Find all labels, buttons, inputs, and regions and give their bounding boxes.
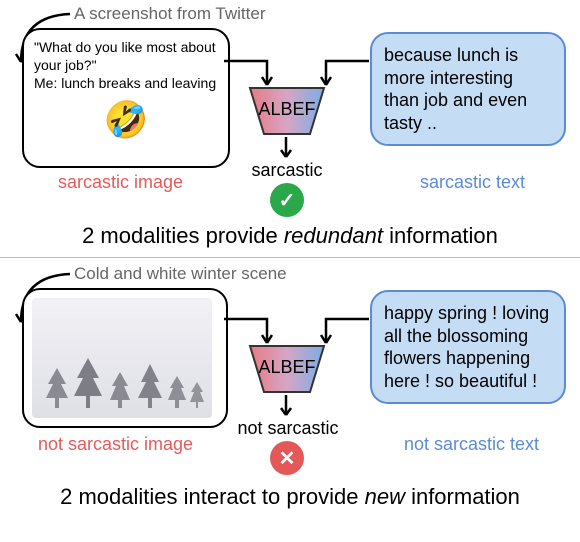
top-annotation: A screenshot from Twitter <box>74 4 265 24</box>
caption-post: information <box>383 223 498 248</box>
image-class-label: not sarcastic image <box>38 434 193 455</box>
model-box: ALBEF <box>248 86 326 136</box>
model-label: ALBEF <box>248 357 326 378</box>
output-label: not sarcastic <box>228 418 348 439</box>
tweet-text: "What do you like most about your job?" … <box>34 38 218 93</box>
down-arrow-icon <box>278 393 294 421</box>
winter-scene-image <box>32 298 212 418</box>
check-icon: ✓ <box>270 183 304 217</box>
cross-icon: ✕ <box>270 441 304 475</box>
caption-pre: 2 modalities provide <box>82 223 284 248</box>
laugh-emoji-icon: 🤣 <box>34 99 218 141</box>
model-box: ALBEF <box>248 344 326 394</box>
down-arrow-icon <box>278 135 294 163</box>
caption-pre: 2 modalities interact to provide <box>60 484 365 509</box>
top-image-box: "What do you like most about your job?" … <box>22 28 230 168</box>
top-caption: 2 modalities provide redundant informati… <box>0 223 580 249</box>
text-content: happy spring ! loving all the blossoming… <box>384 303 549 391</box>
caption-em: redundant <box>284 223 383 248</box>
text-content: because lunch is more interesting than j… <box>384 45 527 133</box>
caption-post: information <box>405 484 520 509</box>
text-class-label: sarcastic text <box>420 172 525 193</box>
bottom-text-box: happy spring ! loving all the blossoming… <box>370 290 566 404</box>
top-text-box: because lunch is more interesting than j… <box>370 32 566 146</box>
text-class-label: not sarcastic text <box>404 434 539 455</box>
caption-em: new <box>365 484 405 509</box>
model-label: ALBEF <box>248 99 326 120</box>
bottom-annotation: Cold and white winter scene <box>74 264 287 284</box>
bottom-image-box <box>22 288 228 428</box>
output-label: sarcastic <box>245 160 329 181</box>
top-section: A screenshot from Twitter "What do you l… <box>0 0 580 255</box>
image-class-label: sarcastic image <box>58 172 183 193</box>
bottom-caption: 2 modalities interact to provide new inf… <box>0 484 580 510</box>
bottom-section: Cold and white winter scene ALBEF <box>0 257 580 542</box>
